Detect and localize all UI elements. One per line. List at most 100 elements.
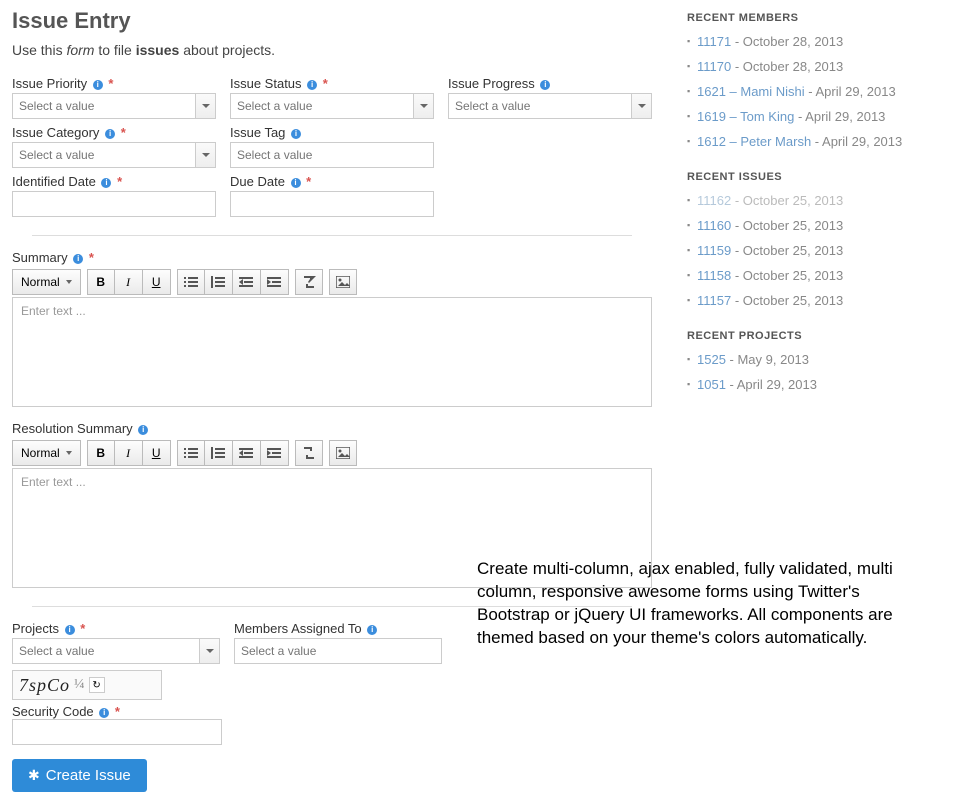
promo-text: Create multi-column, ajax enabled, fully…: [477, 558, 897, 650]
info-icon[interactable]: i: [73, 254, 83, 264]
label-security-code: Security Code i *: [12, 704, 120, 719]
required-icon: *: [121, 125, 126, 140]
format-dropdown[interactable]: Normal: [12, 269, 81, 295]
list-item[interactable]: 1621 – Mami Nishi - April 29, 2013: [687, 84, 948, 99]
recent-members-list: 11171 - October 28, 2013 11170 - October …: [687, 34, 948, 149]
category-dropdown-button[interactable]: [196, 142, 216, 168]
list-item[interactable]: 11162 - October 25, 2013: [687, 193, 948, 208]
italic-button[interactable]: I: [115, 440, 143, 466]
info-icon[interactable]: i: [291, 178, 301, 188]
info-icon[interactable]: i: [105, 129, 115, 139]
due-date-input[interactable]: [230, 191, 434, 217]
list-ol-button[interactable]: [205, 269, 233, 295]
underline-button[interactable]: U: [143, 269, 171, 295]
list-item[interactable]: 1525 - May 9, 2013: [687, 352, 948, 367]
captcha-image: 7sрCo ¼ ↻: [12, 670, 162, 700]
indent-button[interactable]: [261, 440, 289, 466]
list-item[interactable]: 11171 - October 28, 2013: [687, 34, 948, 49]
recent-issues-list: 11162 - October 25, 2013 11160 - October …: [687, 193, 948, 308]
required-icon: *: [108, 76, 113, 91]
recent-issues-heading: RECENT ISSUES: [687, 171, 948, 183]
bold-button[interactable]: B: [87, 440, 115, 466]
priority-select[interactable]: [12, 93, 196, 119]
status-select[interactable]: [230, 93, 414, 119]
info-icon[interactable]: i: [307, 80, 317, 90]
info-icon[interactable]: i: [540, 80, 550, 90]
status-dropdown-button[interactable]: [414, 93, 434, 119]
tag-input[interactable]: [230, 142, 434, 168]
list-item[interactable]: 11170 - October 28, 2013: [687, 59, 948, 74]
label-identified-date: Identified Date i *: [12, 174, 216, 189]
priority-dropdown-button[interactable]: [196, 93, 216, 119]
recent-projects-list: 1525 - May 9, 2013 1051 - April 29, 2013: [687, 352, 948, 392]
required-icon: *: [323, 76, 328, 91]
link-button[interactable]: [295, 269, 323, 295]
progress-dropdown-button[interactable]: [632, 93, 652, 119]
projects-select[interactable]: [12, 638, 200, 664]
info-icon[interactable]: i: [138, 425, 148, 435]
list-item[interactable]: 11157 - October 25, 2013: [687, 293, 948, 308]
list-item-link[interactable]: 1612 – Peter Marsh: [697, 134, 811, 149]
image-button[interactable]: [329, 440, 357, 466]
label-status: Issue Status i *: [230, 76, 434, 91]
required-icon: *: [89, 250, 94, 265]
label-tag: Issue Tag i: [230, 125, 434, 140]
list-item[interactable]: 11160 - October 25, 2013: [687, 218, 948, 233]
list-item-link[interactable]: 1619 – Tom King: [697, 109, 794, 124]
divider: [32, 235, 632, 236]
list-item-link[interactable]: 11160: [697, 218, 731, 233]
progress-select[interactable]: [448, 93, 632, 119]
security-code-input[interactable]: [12, 719, 222, 745]
label-projects: Projects i *: [12, 621, 220, 636]
intro-text: Use this form to file issues about proje…: [12, 42, 652, 58]
label-resolution: Resolution Summary i: [12, 421, 652, 436]
captcha-refresh-button[interactable]: ↻: [89, 677, 105, 693]
required-icon: *: [80, 621, 85, 636]
info-icon[interactable]: i: [99, 708, 109, 718]
indent-button[interactable]: [261, 269, 289, 295]
list-ul-button[interactable]: [177, 269, 205, 295]
list-item-link[interactable]: 11157: [697, 293, 731, 308]
bold-button[interactable]: B: [87, 269, 115, 295]
info-icon[interactable]: i: [93, 80, 103, 90]
list-item[interactable]: 1051 - April 29, 2013: [687, 377, 948, 392]
image-button[interactable]: [329, 269, 357, 295]
list-item[interactable]: 1619 – Tom King - April 29, 2013: [687, 109, 948, 124]
info-icon[interactable]: i: [367, 625, 377, 635]
list-item-link[interactable]: 11159: [697, 243, 731, 258]
list-item[interactable]: 11159 - October 25, 2013: [687, 243, 948, 258]
info-icon[interactable]: i: [101, 178, 111, 188]
underline-button[interactable]: U: [143, 440, 171, 466]
label-summary: Summary i *: [12, 250, 652, 265]
link-button[interactable]: [295, 440, 323, 466]
list-ol-button[interactable]: [205, 440, 233, 466]
required-icon: *: [115, 704, 120, 719]
identified-date-input[interactable]: [12, 191, 216, 217]
outdent-button[interactable]: [233, 440, 261, 466]
italic-button[interactable]: I: [115, 269, 143, 295]
format-dropdown[interactable]: Normal: [12, 440, 81, 466]
list-ul-button[interactable]: [177, 440, 205, 466]
create-issue-button[interactable]: Create Issue: [12, 759, 147, 792]
list-item-link[interactable]: 1525: [697, 352, 726, 367]
members-input[interactable]: [234, 638, 442, 664]
list-item-link[interactable]: 1051: [697, 377, 726, 392]
resolution-toolbar: Normal B I U: [12, 440, 652, 466]
label-due-date: Due Date i *: [230, 174, 434, 189]
projects-dropdown-button[interactable]: [200, 638, 220, 664]
outdent-button[interactable]: [233, 269, 261, 295]
required-icon: *: [117, 174, 122, 189]
list-item-link[interactable]: 11170: [697, 59, 731, 74]
list-item-link[interactable]: 11171: [697, 34, 731, 49]
info-icon[interactable]: i: [291, 129, 301, 139]
summary-editor[interactable]: Enter text ...: [12, 297, 652, 407]
info-icon[interactable]: i: [65, 625, 75, 635]
category-select[interactable]: [12, 142, 196, 168]
list-item-link[interactable]: 11158: [697, 268, 731, 283]
page-title: Issue Entry: [12, 8, 652, 34]
list-item-link[interactable]: 11162: [697, 193, 731, 208]
list-item-link[interactable]: 1621 – Mami Nishi: [697, 84, 805, 99]
label-members: Members Assigned To i: [234, 621, 442, 636]
list-item[interactable]: 1612 – Peter Marsh - April 29, 2013: [687, 134, 948, 149]
list-item[interactable]: 11158 - October 25, 2013: [687, 268, 948, 283]
